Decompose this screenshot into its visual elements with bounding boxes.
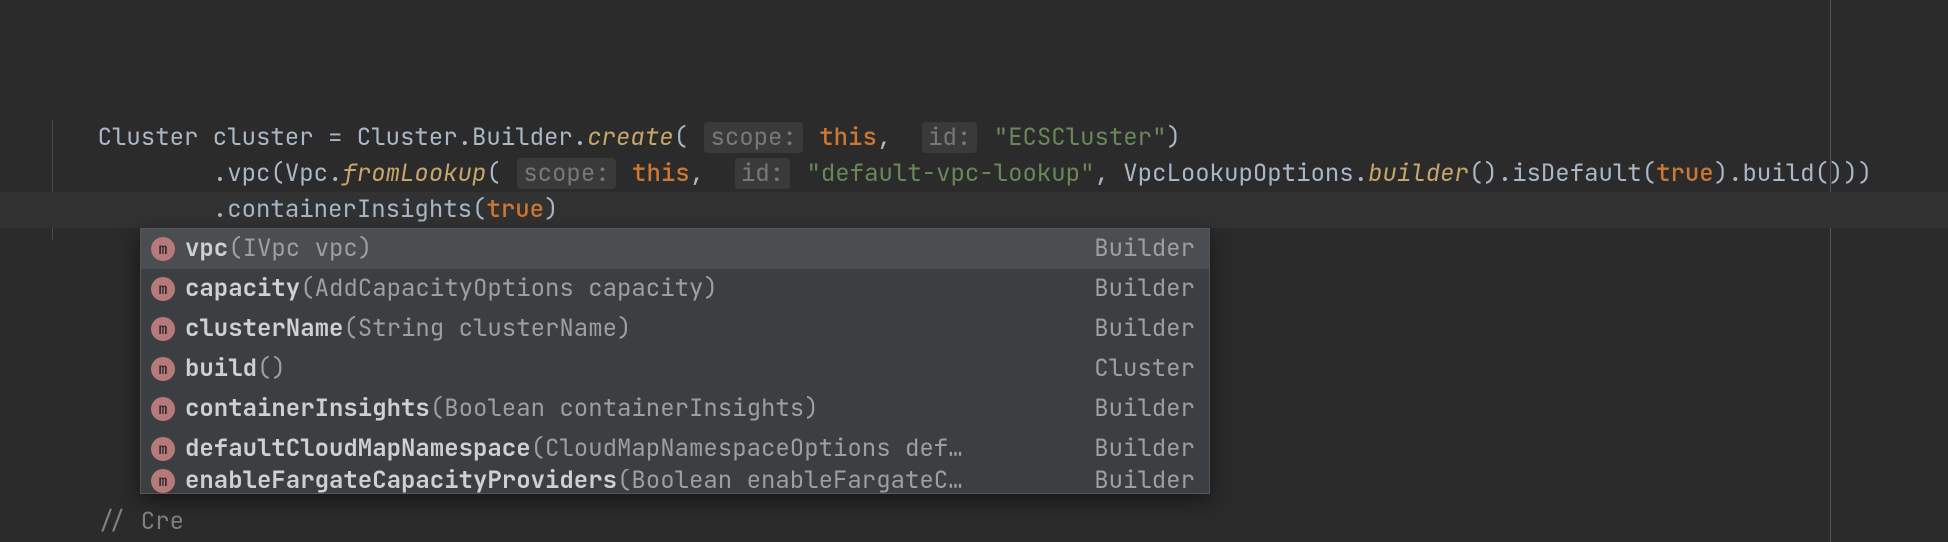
- code-token: ().isDefault(: [1469, 158, 1656, 189]
- autocomplete-name: vpc: [185, 233, 228, 264]
- autocomplete-item[interactable]: m enableFargateCapacityProviders(Boolean…: [141, 469, 1209, 493]
- method-icon: m: [151, 277, 175, 301]
- autocomplete-name: defaultCloudMapNamespace: [185, 433, 531, 464]
- code-token: ).build())): [1714, 158, 1872, 189]
- autocomplete-name: enableFargateCapacityProviders: [185, 469, 617, 493]
- code-line-current[interactable]: .: [40, 192, 230, 228]
- autocomplete-return-type: Cluster: [1094, 351, 1195, 387]
- method-icon: m: [151, 317, 175, 341]
- code-line[interactable]: .containerInsights(true): [40, 156, 558, 192]
- code-editor[interactable]: Cluster cluster = Cluster.Builder.create…: [0, 0, 1948, 542]
- param-hint: id:: [735, 158, 790, 189]
- autocomplete-params: (String clusterName): [343, 313, 631, 344]
- autocomplete-params: (): [257, 353, 286, 384]
- autocomplete-item[interactable]: m clusterName(String clusterName) Builde…: [141, 309, 1209, 349]
- code-token-string: "default-vpc-lookup": [806, 158, 1094, 189]
- autocomplete-params: (Boolean containerInsights): [430, 393, 819, 424]
- autocomplete-return-type: Builder: [1094, 469, 1195, 493]
- code-line[interactable]: lancedFargateService.Builder.create( sco…: [980, 504, 1759, 540]
- code-token: (: [472, 194, 486, 225]
- code-token-keyword: this: [632, 158, 690, 189]
- code-line[interactable]: Applic: [40, 504, 184, 540]
- code-token: containerInsights: [227, 194, 472, 225]
- method-icon: m: [151, 397, 175, 421]
- code-token: ,: [690, 158, 719, 189]
- code-line[interactable]: Cluster cluster = Cluster.Builder.create…: [40, 84, 1181, 120]
- autocomplete-params: (AddCapacityOptions capacity): [300, 273, 718, 304]
- code-token: , VpcLookupOptions.: [1094, 158, 1368, 189]
- autocomplete-name: capacity: [185, 273, 300, 304]
- method-icon: m: [151, 437, 175, 461]
- code-token-keyword: true: [486, 194, 544, 225]
- autocomplete-return-type: Builder: [1094, 311, 1195, 347]
- autocomplete-item[interactable]: m capacity(AddCapacityOptions capacity) …: [141, 269, 1209, 309]
- autocomplete-name: containerInsights: [185, 393, 430, 424]
- autocomplete-name: build: [185, 353, 257, 384]
- autocomplete-return-type: Builder: [1094, 231, 1195, 267]
- right-margin-guide: [1830, 0, 1831, 542]
- autocomplete-item[interactable]: m build() Cluster: [141, 349, 1209, 389]
- autocomplete-return-type: Builder: [1094, 431, 1195, 467]
- autocomplete-params: (Boolean enableFargateC…: [617, 469, 963, 493]
- autocomplete-return-type: Builder: [1094, 271, 1195, 307]
- method-icon: m: [151, 469, 175, 493]
- code-token: ): [544, 194, 558, 225]
- code-line[interactable]: .vpc(Vpc.fromLookup( scope: this, id: "d…: [40, 120, 1872, 156]
- autocomplete-item[interactable]: m defaultCloudMapNamespace(CloudMapNames…: [141, 429, 1209, 469]
- autocomplete-item[interactable]: m vpc(IVpc vpc) Builder: [141, 229, 1209, 269]
- code-token-keyword: true: [1656, 158, 1714, 189]
- method-icon: m: [151, 237, 175, 261]
- method-icon: m: [151, 357, 175, 381]
- autocomplete-item[interactable]: m containerInsights(Boolean containerIns…: [141, 389, 1209, 429]
- autocomplete-return-type: Builder: [1094, 391, 1195, 427]
- autocomplete-popup[interactable]: m vpc(IVpc vpc) Builder m capacity(AddCa…: [140, 228, 1210, 494]
- autocomplete-name: clusterName: [185, 313, 343, 344]
- autocomplete-params: (CloudMapNamespaceOptions def…: [531, 433, 963, 464]
- code-token-static: builder: [1368, 158, 1469, 189]
- autocomplete-params: (IVpc vpc): [228, 233, 372, 264]
